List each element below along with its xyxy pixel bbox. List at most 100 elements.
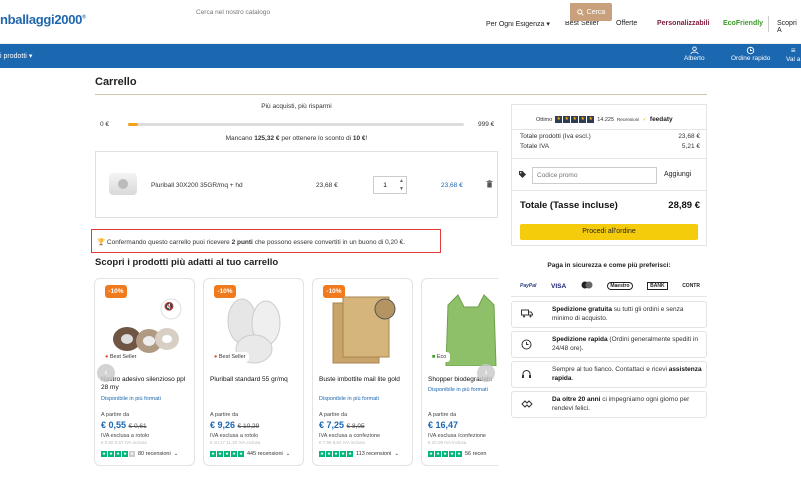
price-prefix: A partire da xyxy=(428,412,457,418)
line-total: 23,68 € xyxy=(441,182,463,189)
cart-item: Pluriball 30X200 35GR/mq + hd 23,68 € ▲ … xyxy=(95,151,498,218)
search-field[interactable] xyxy=(190,3,570,21)
discount-badge: -10% xyxy=(105,285,127,298)
review-count: 56 recen xyxy=(465,451,487,457)
vat-included-price: € 0,60 0,67 IVA inclusa xyxy=(101,440,147,445)
progress-fill xyxy=(128,123,139,126)
price-value: € 9,26 xyxy=(210,420,236,430)
nav-best-seller[interactable]: Best Seller xyxy=(565,20,599,27)
feedaty-label: Ottimo xyxy=(536,116,553,123)
availability-text[interactable]: Disponibile in più formati xyxy=(319,396,379,402)
carousel-next-icon[interactable]: › xyxy=(477,364,495,382)
chevron-down-icon: ⌄ xyxy=(285,451,291,457)
account-label: Alberto xyxy=(684,55,705,62)
categories-label: i prodotti xyxy=(0,53,27,60)
search-button[interactable]: Cerca xyxy=(570,3,612,21)
reorder-label: Ordine rapido xyxy=(731,55,771,62)
feedaty-stars: ★ ★ ★ ★ ★ xyxy=(555,116,595,123)
feedaty-rating[interactable]: Ottimo ★ ★ ★ ★ ★ 14.225 Recensioni ✓ feedaty xyxy=(536,116,673,123)
progress-max: 999 € xyxy=(478,121,495,128)
vat-note: IVA esclusa a rotolo xyxy=(210,433,259,439)
nav-scopri[interactable]: Scopri A xyxy=(777,20,801,34)
checkmark-icon: ✓ xyxy=(642,116,647,123)
decrement-icon[interactable]: ▼ xyxy=(399,186,404,192)
badge-label: Best Seller xyxy=(109,354,137,360)
nav-offerte[interactable]: Offerte xyxy=(616,20,637,27)
review-count: 80 recensioni xyxy=(138,451,171,457)
loyalty-points-notice: 🏆 Confermando questo carrello puoi ricev… xyxy=(91,229,441,253)
old-price: € 10,29 xyxy=(237,423,260,430)
feature-support: Sempre al tuo fianco. Contattaci e ricev… xyxy=(511,361,707,388)
product-card[interactable]: -10% Buste imbottite mail lite gold Disp… xyxy=(312,278,413,466)
vat-note: IVA esclusa a confezione xyxy=(319,433,381,439)
increment-icon[interactable]: ▲ xyxy=(399,178,404,184)
availability-text[interactable]: Disponibile in più formati xyxy=(101,396,161,402)
rating[interactable]: ★ ★ ★ ★ ★ 113 recensioni ⌄ xyxy=(319,451,399,457)
price-value: € 0,55 xyxy=(101,420,127,430)
product-price: € 7,25 € 8,05 xyxy=(319,420,365,430)
eco-badge: ■ Eco xyxy=(428,352,451,362)
review-count: 113 recensioni xyxy=(356,451,392,457)
vat-included-price: € 7,96 8,84 IVA inclusa xyxy=(319,440,365,445)
rating-stars: ★ ★ ★ ★ ★ xyxy=(428,451,462,457)
vat-note: IVA esclusa /confezione xyxy=(428,433,486,439)
price-prefix: A partire da xyxy=(319,412,348,418)
remaining-amount: 125,32 € xyxy=(254,135,280,142)
remaining-discount: 10 € xyxy=(352,135,366,142)
vat-included-price: € 20,09 IVA inclusa xyxy=(428,440,467,445)
search-bar: i prodotti ▾ xyxy=(0,44,801,68)
nav-label: Per Ogni Esigenza xyxy=(486,21,545,28)
carousel-prev-icon[interactable]: ‹ xyxy=(97,364,115,382)
truck-icon xyxy=(521,309,533,320)
quantity-input[interactable] xyxy=(374,177,396,193)
product-name[interactable]: Pluriball 30X200 35GR/mq + hd xyxy=(151,182,243,189)
product-name[interactable]: Buste imbottite mail lite gold xyxy=(319,376,411,384)
feature-bold: Da oltre 20 anni xyxy=(552,396,601,403)
search-button-label: Cerca xyxy=(586,8,606,16)
product-name[interactable]: Nastro adesivo silenzioso ppl 28 my xyxy=(101,376,193,392)
maestro-icon: Maestro xyxy=(607,282,633,290)
nav-divider xyxy=(768,16,769,32)
product-name[interactable]: Pluriball standard 55 gr/mq xyxy=(210,376,302,384)
logo[interactable]: nballaggi2000® xyxy=(0,12,86,27)
payment-title: Paga in sicurezza e come più preferisci: xyxy=(547,262,671,269)
promo-code-field[interactable] xyxy=(532,167,657,184)
feature-bold: Spedizione rapida xyxy=(552,336,608,343)
nav-per-ogni-esigenza[interactable]: Per Ogni Esigenza ▾ xyxy=(486,20,550,28)
remaining-mid: per ottenere lo sconto di xyxy=(281,135,352,142)
apply-promo-button[interactable]: Aggiungi xyxy=(664,171,691,178)
bestseller-badge: ● Best Seller xyxy=(210,352,250,362)
subtotal-label: Totale prodotti (Iva escl.) xyxy=(520,133,591,140)
mastercard-icon xyxy=(581,281,593,291)
points-prefix: Confermando questo carrello puoi ricever… xyxy=(106,239,230,246)
chevron-down-icon: ⌄ xyxy=(173,451,179,457)
product-price: € 9,26 € 10,29 xyxy=(210,420,259,430)
product-card[interactable]: -10% ● Best Seller Pluriball standard 55… xyxy=(203,278,304,466)
quantity-stepper: ▲ ▼ xyxy=(373,176,407,194)
categories-menu[interactable]: i prodotti ▾ xyxy=(0,52,32,60)
leaf-icon: ■ xyxy=(432,354,436,360)
divider xyxy=(511,296,707,297)
more-button[interactable]: ≡ Val a xyxy=(786,46,800,63)
rating[interactable]: ★ ★ ★ ★ ★ 56 recen xyxy=(428,451,486,457)
reorder-button[interactable]: Ordine rapido xyxy=(731,46,770,62)
promo-code-input[interactable] xyxy=(533,168,656,183)
rating[interactable]: ★ ★ ★ ★ ★ 80 recensioni ⌄ xyxy=(101,451,178,457)
logo-text: nballaggi2000 xyxy=(0,12,83,27)
rating[interactable]: ★ ★ ★ ★ ★ 445 recensioni ⌄ xyxy=(210,451,290,457)
product-image[interactable] xyxy=(109,173,137,195)
checkout-button[interactable]: Procedi all'ordine xyxy=(520,224,698,240)
menu-icon: ≡ xyxy=(790,46,796,55)
availability-text[interactable]: Disponibile in più formati xyxy=(428,387,488,393)
divider xyxy=(512,158,706,159)
nav-ecofriendly[interactable]: EcoFriendly xyxy=(723,20,763,27)
nav-personalizzabili[interactable]: Personalizzabili xyxy=(657,20,710,27)
trash-icon[interactable] xyxy=(486,180,493,190)
search-input[interactable] xyxy=(190,3,570,21)
rating-stars: ★ ★ ★ ★ ★ xyxy=(210,451,244,457)
product-price: € 0,55 € 0,61 xyxy=(101,420,147,430)
price-prefix: A partire da xyxy=(210,412,239,418)
account-button[interactable]: Alberto xyxy=(684,46,705,62)
remaining-suffix: ! xyxy=(365,135,368,142)
feature-text: Sempre al tuo fianco. Contattaci e ricev… xyxy=(552,366,669,373)
